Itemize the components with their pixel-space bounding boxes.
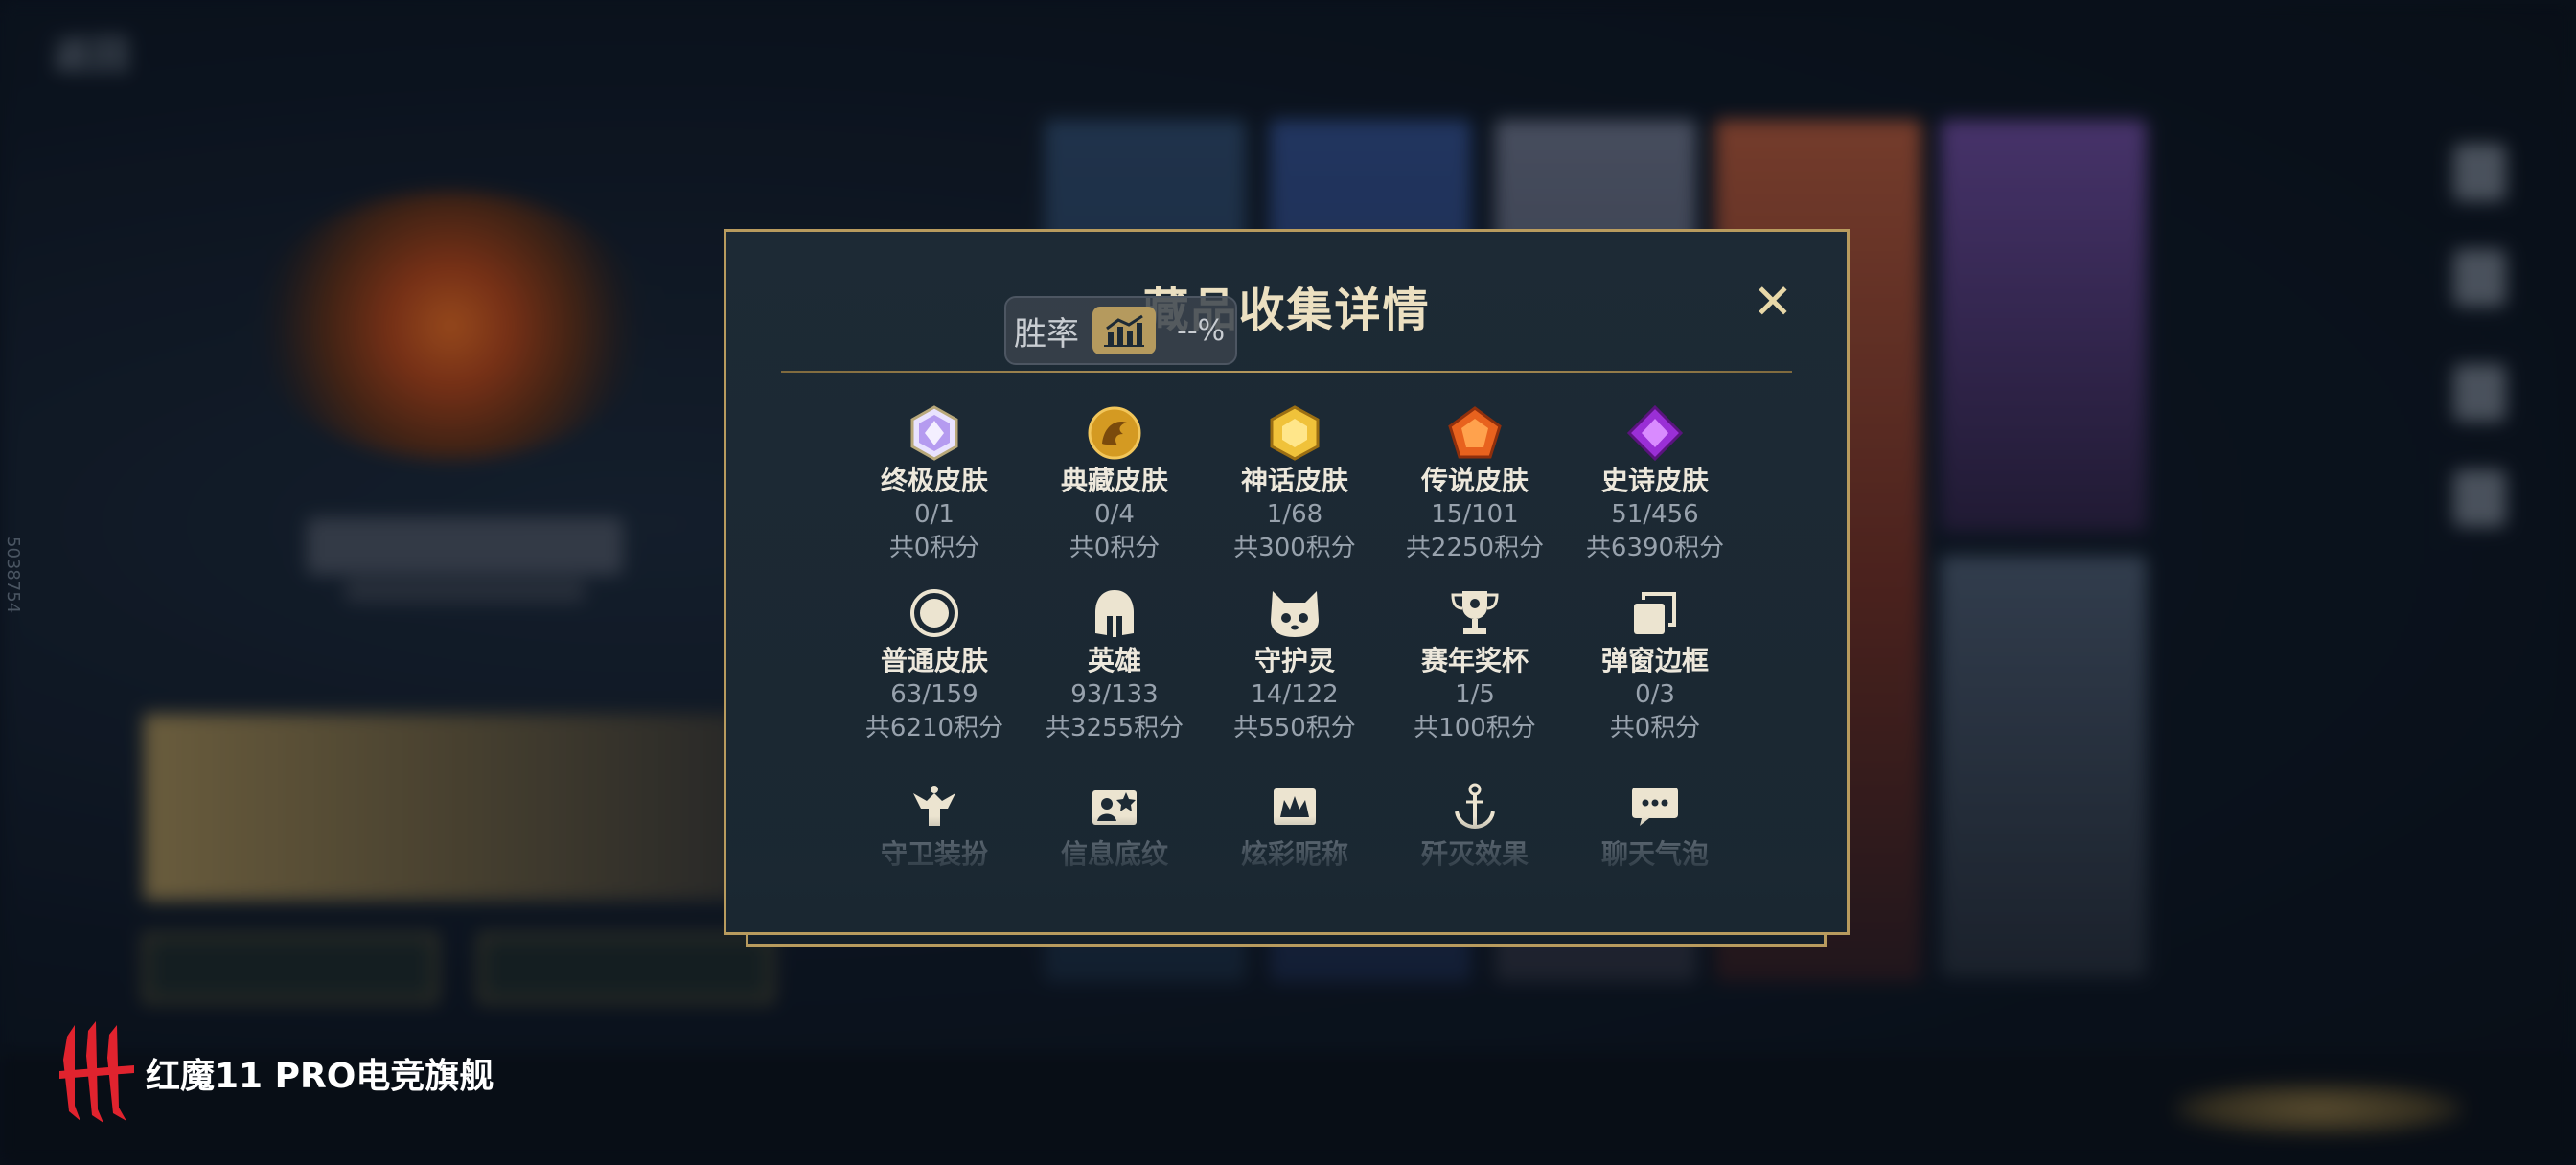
collection-item[interactable]: 终极皮肤 0/1 共0积分	[843, 404, 1025, 565]
collection-item[interactable]: 炫彩昵称	[1204, 778, 1386, 872]
collection-item[interactable]: 赛年奖杯 1/5 共100积分	[1384, 584, 1566, 745]
collection-item[interactable]: 守护灵 14/122 共550积分	[1204, 584, 1386, 745]
watermark-text: 红魔11 PRO电竞旗舰	[146, 1057, 494, 1096]
orange-gem-icon	[1446, 404, 1504, 462]
collection-item[interactable]: 聊天气泡	[1564, 778, 1746, 872]
trophy-icon	[1446, 584, 1504, 642]
collection-details-modal: 藏品收集详情 ✕ 胜率 --% 终极皮肤 0/1 共0积分 典藏皮肤 0/4 共…	[724, 229, 1850, 935]
collection-item[interactable]: 弹窗边框 0/3 共0积分	[1564, 584, 1746, 745]
guard-costume-icon	[906, 778, 963, 835]
chat-bubble-icon	[1626, 778, 1684, 835]
device-watermark: 红魔11 PRO电竞旗舰	[59, 1020, 494, 1126]
collection-grid: 终极皮肤 0/1 共0积分 典藏皮肤 0/4 共0积分 神话皮肤 1/68 共3…	[726, 232, 1847, 932]
collection-item[interactable]: 典藏皮肤 0/4 共0积分	[1024, 404, 1206, 565]
helmet-icon	[1086, 584, 1143, 642]
colorful-nickname-icon	[1266, 778, 1323, 835]
gold-gem-icon	[1266, 404, 1323, 462]
annihilation-effect-icon	[1446, 778, 1504, 835]
purple-gem-icon	[1626, 404, 1684, 462]
collection-item[interactable]: 歼灭效果	[1384, 778, 1566, 872]
collection-item[interactable]: 传说皮肤 15/101 共2250积分	[1384, 404, 1566, 565]
collection-item[interactable]: 普通皮肤 63/159 共6210积分	[843, 584, 1025, 745]
info-background-icon	[1086, 778, 1143, 835]
collection-item[interactable]: 守卫装扮	[843, 778, 1025, 872]
collection-item[interactable]: 史诗皮肤 51/456 共6390积分	[1564, 404, 1746, 565]
guardian-spirit-icon	[1266, 584, 1323, 642]
red-magic-logo-icon	[59, 1021, 134, 1123]
side-id-text: 5038754	[3, 537, 23, 614]
collection-item[interactable]: 神话皮肤 1/68 共300积分	[1204, 404, 1386, 565]
frame-icon	[1626, 584, 1684, 642]
collection-item[interactable]: 英雄 93/133 共3255积分	[1024, 584, 1206, 745]
ultimate-gem-icon	[906, 404, 963, 462]
ring-icon	[906, 584, 963, 642]
collection-item[interactable]: 信息底纹	[1024, 778, 1206, 872]
dragon-medal-icon	[1086, 404, 1143, 462]
